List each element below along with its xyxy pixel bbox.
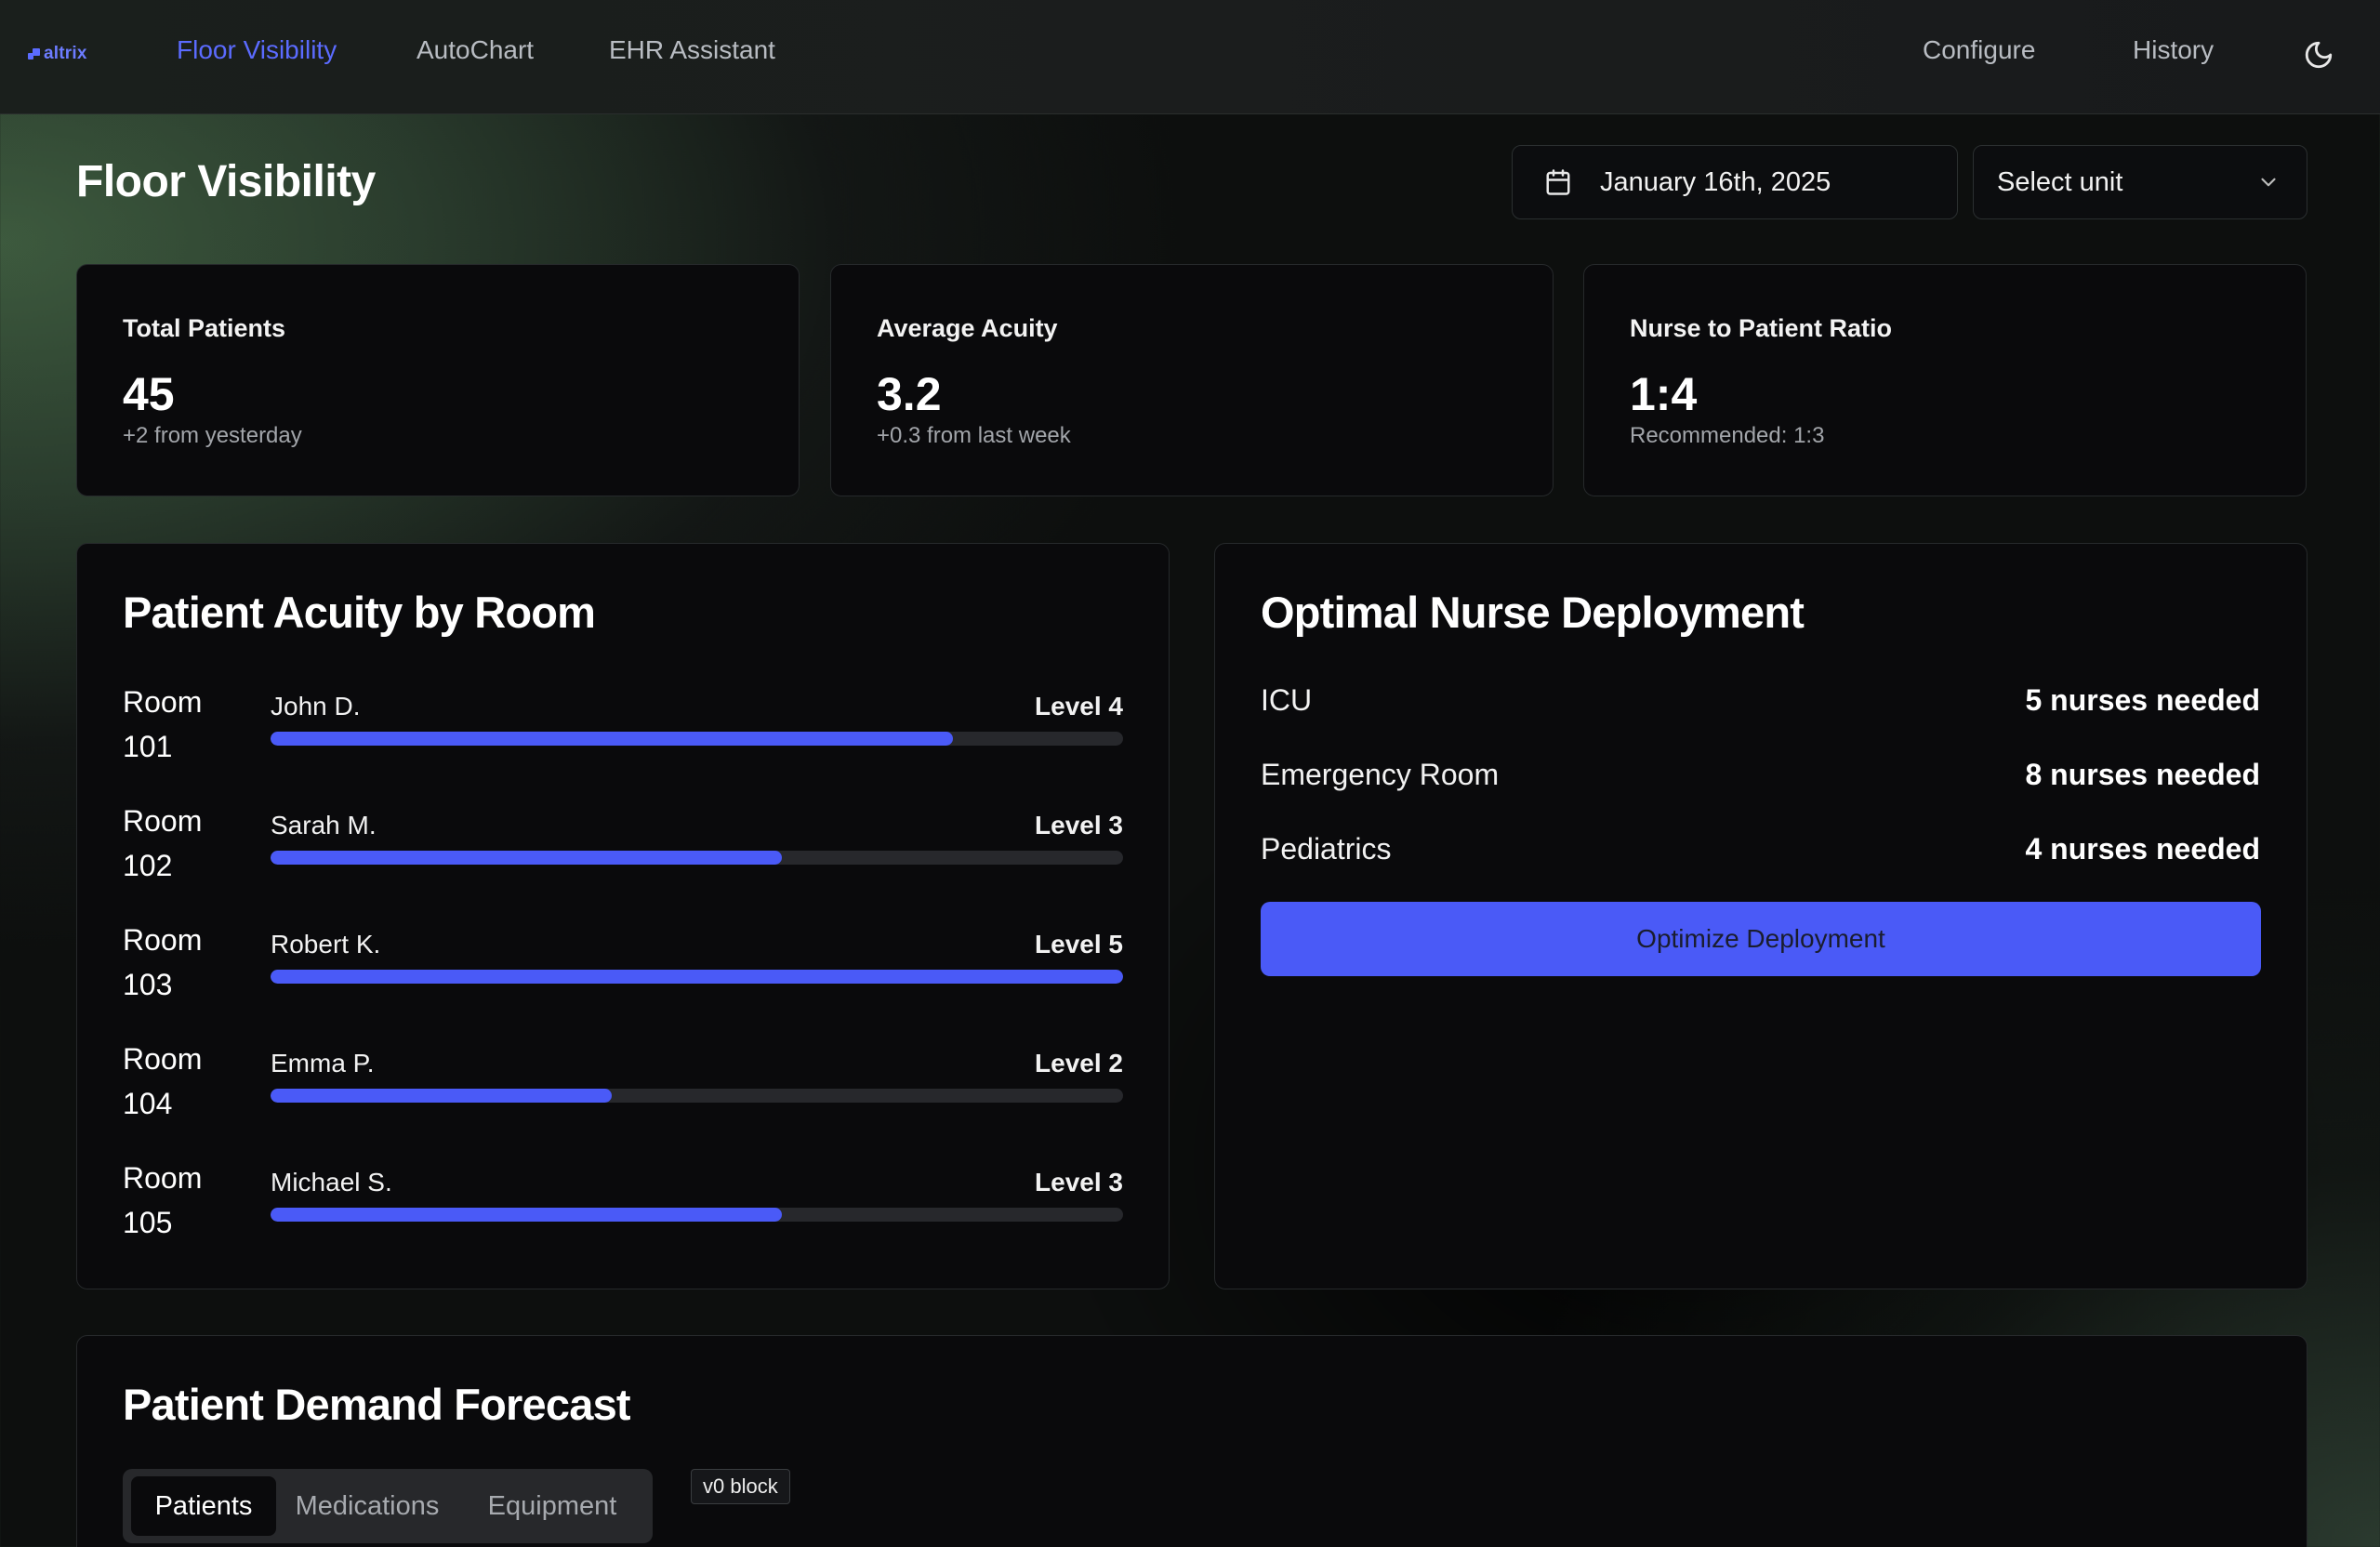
- deployment-unit: ICU: [1261, 683, 1313, 717]
- moon-icon[interactable]: [2303, 39, 2334, 71]
- date-picker[interactable]: January 16th, 2025: [1512, 145, 1958, 219]
- chevron-down-icon: [2261, 178, 2276, 187]
- patient-name: Robert K.: [271, 930, 381, 959]
- acuity-level: Level 4: [1035, 692, 1123, 721]
- acuity-row: Room 103 Robert K. Level 5: [123, 918, 1123, 1011]
- nav-link-autochart[interactable]: AutoChart: [416, 35, 534, 65]
- acuity-bar: [271, 732, 1123, 746]
- acuity-row: Room 104 Emma P. Level 2: [123, 1037, 1123, 1130]
- stat-value: 3.2: [877, 368, 942, 420]
- altrix-logo[interactable]: altrix: [28, 43, 87, 65]
- forecast-title: Patient Demand Forecast: [123, 1380, 631, 1429]
- forecast-tabs: Patients Medications Equipment: [123, 1469, 653, 1543]
- stat-card-average-acuity: Average Acuity 3.2 +0.3 from last week: [830, 264, 1554, 496]
- room-label: Room 102: [123, 804, 203, 882]
- unit-select[interactable]: Select unit: [1973, 145, 2307, 219]
- nav-link-floor-visibility[interactable]: Floor Visibility: [177, 35, 337, 65]
- acuity-level: Level 2: [1035, 1049, 1123, 1078]
- nurse-deployment-card: Optimal Nurse Deployment ICU 5 nurses ne…: [1214, 543, 2307, 1289]
- stat-card-total-patients: Total Patients 45 +2 from yesterday: [76, 264, 800, 496]
- acuity-bar-fill: [271, 732, 953, 746]
- logo-mark-icon: [28, 48, 41, 60]
- acuity-row: Room 102 Sarah M. Level 3: [123, 799, 1123, 892]
- acuity-bar-fill: [271, 851, 783, 865]
- tab-equipment[interactable]: Equipment: [459, 1476, 645, 1536]
- acuity-title: Patient Acuity by Room: [123, 588, 596, 637]
- stat-label: Average Acuity: [877, 314, 1058, 342]
- stat-value: 1:4: [1630, 368, 1698, 420]
- nav-link-history[interactable]: History: [2133, 35, 2214, 65]
- stat-subtext: +2 from yesterday: [123, 423, 302, 448]
- acuity-bar-fill: [271, 1089, 612, 1103]
- acuity-row: Room 105 Michael S. Level 3: [123, 1156, 1123, 1249]
- deployment-unit: Emergency Room: [1261, 758, 1500, 791]
- acuity-level: Level 5: [1035, 930, 1123, 959]
- deployment-unit: Pediatrics: [1261, 832, 1392, 866]
- acuity-bar: [271, 1089, 1123, 1103]
- deployment-row-emergency: Emergency Room 8 nurses needed: [1261, 758, 2260, 799]
- deployment-title: Optimal Nurse Deployment: [1261, 588, 1805, 637]
- patient-name: Emma P.: [271, 1049, 375, 1078]
- unit-select-value: Select unit: [1997, 166, 2123, 197]
- nurses-needed: 5 nurses needed: [2025, 683, 2260, 717]
- acuity-bar-fill: [271, 970, 1123, 984]
- demand-forecast-card: Patient Demand Forecast Patients Medicat…: [76, 1335, 2307, 1547]
- v0-block-badge: v0 block: [691, 1469, 790, 1504]
- stat-label: Total Patients: [123, 314, 286, 342]
- acuity-level: Level 3: [1035, 811, 1123, 840]
- selected-date: January 16th, 2025: [1600, 166, 1831, 197]
- stat-subtext: Recommended: 1:3: [1630, 423, 1825, 448]
- tab-patients[interactable]: Patients: [131, 1476, 276, 1536]
- stat-card-nurse-ratio: Nurse to Patient Ratio 1:4 Recommended: …: [1583, 264, 2307, 496]
- deployment-row-pediatrics: Pediatrics 4 nurses needed: [1261, 832, 2260, 873]
- room-label: Room 101: [123, 685, 203, 763]
- stat-subtext: +0.3 from last week: [877, 423, 1071, 448]
- optimize-deployment-button[interactable]: Optimize Deployment: [1261, 902, 2261, 976]
- acuity-bar: [271, 1208, 1123, 1222]
- patient-name: John D.: [271, 692, 361, 721]
- deployment-row-icu: ICU 5 nurses needed: [1261, 683, 2260, 724]
- nurses-needed: 4 nurses needed: [2025, 832, 2260, 866]
- nav-link-configure[interactable]: Configure: [1923, 35, 2035, 65]
- nurses-needed: 8 nurses needed: [2025, 758, 2260, 791]
- logo-text: altrix: [44, 44, 87, 63]
- page-title: Floor Visibility: [76, 157, 376, 206]
- patient-name: Michael S.: [271, 1168, 392, 1197]
- stat-value: 45: [123, 368, 175, 420]
- tab-medications[interactable]: Medications: [279, 1476, 456, 1536]
- room-label: Room 105: [123, 1161, 203, 1239]
- acuity-bar-fill: [271, 1208, 783, 1222]
- room-label: Room 104: [123, 1042, 203, 1120]
- acuity-bar: [271, 851, 1123, 865]
- top-navigation: altrix Floor Visibility AutoChart EHR As…: [0, 0, 2380, 114]
- nav-link-ehr-assistant[interactable]: EHR Assistant: [609, 35, 775, 65]
- stat-label: Nurse to Patient Ratio: [1630, 314, 1893, 342]
- acuity-row: Room 101 John D. Level 4: [123, 680, 1123, 773]
- patient-name: Sarah M.: [271, 811, 377, 840]
- patient-acuity-card: Patient Acuity by Room Room 101 John D. L…: [76, 543, 1170, 1289]
- acuity-level: Level 3: [1035, 1168, 1123, 1197]
- calendar-icon: [1546, 169, 1570, 195]
- acuity-bar: [271, 970, 1123, 984]
- room-label: Room 103: [123, 923, 203, 1001]
